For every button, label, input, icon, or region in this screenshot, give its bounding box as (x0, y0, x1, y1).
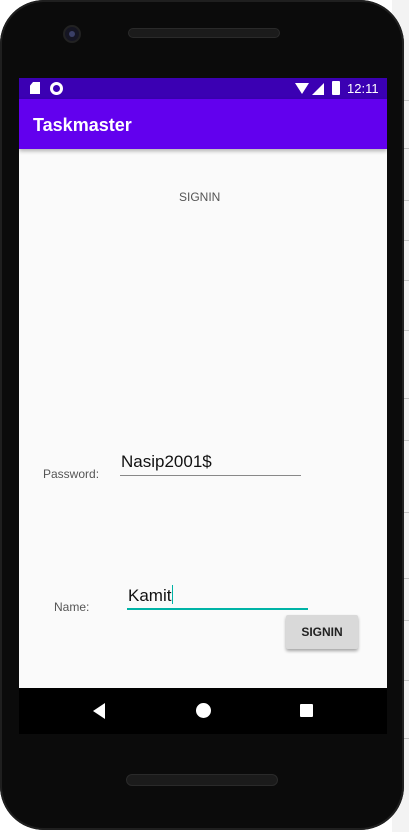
password-value: Nasip2001$ (121, 452, 212, 471)
front-camera (63, 25, 81, 43)
back-icon[interactable] (93, 703, 105, 719)
app-title: Taskmaster (33, 115, 132, 135)
signin-heading: SIGNIN (179, 190, 221, 204)
status-bar: 12:11 (19, 78, 387, 99)
password-field[interactable]: Nasip2001$ (120, 452, 301, 476)
recents-icon[interactable] (300, 704, 313, 717)
wifi-icon (295, 83, 309, 94)
name-value: Kamit (128, 586, 172, 605)
earpiece-speaker (128, 28, 280, 38)
signal-icon (312, 83, 324, 95)
battery-icon (332, 81, 340, 95)
phone-frame: 12:11 Taskmaster SIGNIN Password: Nasip2… (0, 0, 404, 830)
circle-notification-icon (50, 82, 63, 95)
home-icon[interactable] (196, 703, 211, 718)
signin-button[interactable]: SIGNIN (286, 615, 358, 649)
navigation-bar (19, 688, 387, 734)
name-field[interactable]: Kamit (127, 585, 308, 610)
status-time: 12:11 (347, 81, 379, 96)
app-bar: Taskmaster (19, 99, 387, 149)
bottom-speaker (126, 774, 278, 786)
sd-card-icon (30, 82, 40, 94)
text-cursor (172, 585, 174, 604)
name-label: Name: (54, 600, 90, 614)
password-label: Password: (43, 467, 100, 481)
app-screen: 12:11 Taskmaster SIGNIN Password: Nasip2… (19, 78, 387, 688)
